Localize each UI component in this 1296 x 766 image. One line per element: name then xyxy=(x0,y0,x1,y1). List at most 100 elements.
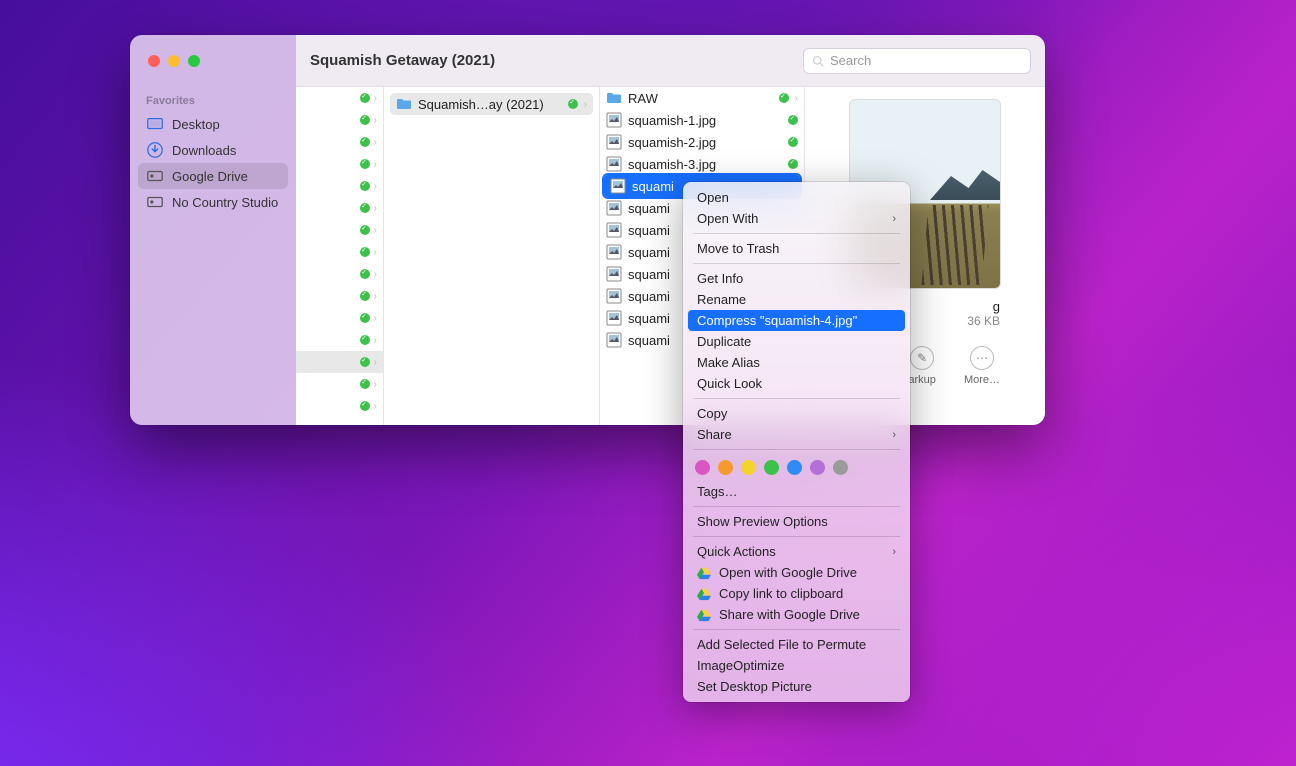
list-item[interactable]: › xyxy=(296,131,383,153)
sidebar-item-desktop[interactable]: Desktop xyxy=(138,111,288,137)
drive-icon xyxy=(146,193,164,211)
sync-icon xyxy=(779,93,789,103)
menu-set-desktop-picture[interactable]: Set Desktop Picture xyxy=(683,676,910,697)
file-item[interactable]: squamish-1.jpg xyxy=(600,109,804,131)
sync-icon xyxy=(360,247,370,257)
sync-icon xyxy=(360,181,370,191)
google-drive-icon xyxy=(697,608,711,622)
menu-share[interactable]: Share› xyxy=(683,424,910,445)
menu-quick-actions[interactable]: Quick Actions› xyxy=(683,541,910,562)
sidebar-item-google-drive[interactable]: Google Drive xyxy=(138,163,288,189)
list-item[interactable]: › xyxy=(296,263,383,285)
chevron-right-icon: › xyxy=(374,159,377,170)
list-item[interactable]: › xyxy=(296,351,383,373)
file-item[interactable]: squamish-2.jpg xyxy=(600,131,804,153)
list-item[interactable]: › xyxy=(296,329,383,351)
menu-rename[interactable]: Rename xyxy=(683,289,910,310)
folder-item-squamish[interactable]: Squamish…ay (2021) › xyxy=(390,93,593,115)
sync-icon xyxy=(360,93,370,103)
list-item[interactable]: › xyxy=(296,373,383,395)
menu-quick-look[interactable]: Quick Look xyxy=(683,373,910,394)
tag-color-dot[interactable] xyxy=(764,460,779,475)
sync-icon xyxy=(568,99,578,109)
image-file-icon xyxy=(606,288,622,304)
menu-open-with[interactable]: Open With› xyxy=(683,208,910,229)
tag-color-dot[interactable] xyxy=(787,460,802,475)
menu-imageoptimize[interactable]: ImageOptimize xyxy=(683,655,910,676)
list-item[interactable]: › xyxy=(296,285,383,307)
sidebar-item-downloads[interactable]: Downloads xyxy=(138,137,288,163)
more-button[interactable]: ⋯ More… xyxy=(964,346,1000,386)
file-item[interactable]: squamish-3.jpg xyxy=(600,153,804,175)
menu-show-preview-options[interactable]: Show Preview Options xyxy=(683,511,910,532)
menu-gd-open[interactable]: Open with Google Drive xyxy=(683,562,910,583)
zoom-icon[interactable] xyxy=(188,55,200,67)
list-item[interactable]: › xyxy=(296,241,383,263)
image-file-icon xyxy=(606,310,622,326)
tag-color-dot[interactable] xyxy=(695,460,710,475)
minimize-icon[interactable] xyxy=(168,55,180,67)
sidebar-item-no-country[interactable]: No Country Studio xyxy=(138,189,288,215)
sidebar-item-label: No Country Studio xyxy=(172,195,278,210)
list-item[interactable]: › xyxy=(296,219,383,241)
tag-color-dot[interactable] xyxy=(718,460,733,475)
menu-get-info[interactable]: Get Info xyxy=(683,268,910,289)
chevron-right-icon: › xyxy=(374,181,377,192)
sync-icon xyxy=(360,159,370,169)
list-item[interactable]: › xyxy=(296,153,383,175)
file-label: RAW xyxy=(628,91,773,106)
menu-separator xyxy=(693,263,900,264)
downloads-icon xyxy=(146,141,164,159)
column-2: Squamish…ay (2021) › xyxy=(384,87,600,425)
action-label: arkup xyxy=(908,374,936,386)
list-item[interactable]: › xyxy=(296,197,383,219)
file-label: squamish-3.jpg xyxy=(628,157,782,172)
toolbar: Squamish Getaway (2021) Search xyxy=(296,35,1045,87)
sync-icon xyxy=(360,313,370,323)
tag-color-dot[interactable] xyxy=(833,460,848,475)
menu-move-to-trash[interactable]: Move to Trash xyxy=(683,238,910,259)
folder-label: Squamish…ay (2021) xyxy=(418,97,562,112)
tag-color-dot[interactable] xyxy=(810,460,825,475)
tag-colors xyxy=(683,454,910,481)
menu-gd-share[interactable]: Share with Google Drive xyxy=(683,604,910,625)
chevron-right-icon: › xyxy=(892,546,896,558)
menu-separator xyxy=(693,449,900,450)
menu-separator xyxy=(693,629,900,630)
sync-icon xyxy=(788,115,798,125)
menu-tags[interactable]: Tags… xyxy=(683,481,910,502)
titlebar: Squamish Getaway (2021) Search xyxy=(130,35,1045,87)
menu-gd-copy[interactable]: Copy link to clipboard xyxy=(683,583,910,604)
sync-icon xyxy=(360,137,370,147)
list-item[interactable]: › xyxy=(296,307,383,329)
image-file-icon xyxy=(606,156,622,172)
markup-button[interactable]: ✎ arkup xyxy=(908,346,936,386)
image-file-icon xyxy=(606,244,622,260)
menu-duplicate[interactable]: Duplicate xyxy=(683,331,910,352)
search-input[interactable]: Search xyxy=(803,48,1031,74)
sync-icon xyxy=(360,335,370,345)
list-item[interactable]: › xyxy=(296,395,383,417)
chevron-right-icon: › xyxy=(892,429,896,441)
close-icon[interactable] xyxy=(148,55,160,67)
chevron-right-icon: › xyxy=(374,401,377,412)
sidebar-item-label: Google Drive xyxy=(172,169,248,184)
search-icon xyxy=(812,55,824,67)
list-item[interactable]: › xyxy=(296,109,383,131)
menu-permute[interactable]: Add Selected File to Permute xyxy=(683,634,910,655)
list-item[interactable]: › xyxy=(296,87,383,109)
sidebar-item-label: Downloads xyxy=(172,143,236,158)
list-item[interactable]: › xyxy=(296,175,383,197)
folder-item[interactable]: RAW› xyxy=(600,87,804,109)
tag-color-dot[interactable] xyxy=(741,460,756,475)
google-drive-icon xyxy=(697,566,711,580)
file-label: squamish-1.jpg xyxy=(628,113,782,128)
image-file-icon xyxy=(606,222,622,238)
drive-icon xyxy=(146,167,164,185)
menu-compress[interactable]: Compress "squamish-4.jpg" xyxy=(688,310,905,331)
menu-copy[interactable]: Copy xyxy=(683,403,910,424)
menu-open[interactable]: Open xyxy=(683,187,910,208)
chevron-right-icon: › xyxy=(374,203,377,214)
folder-icon xyxy=(396,96,412,112)
menu-make-alias[interactable]: Make Alias xyxy=(683,352,910,373)
